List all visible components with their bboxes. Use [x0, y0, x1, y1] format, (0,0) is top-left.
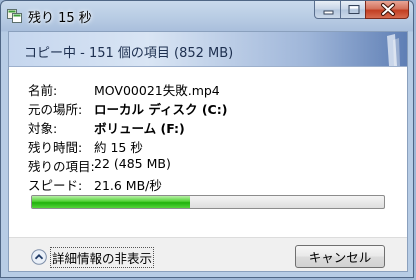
copy-progress-window: 残り 15 秒 コピー中 - 151 個の項目 (852 MB) 名前: MOV…	[0, 0, 414, 278]
window-title: 残り 15 秒	[28, 11, 92, 26]
name-label: 名前:	[28, 83, 58, 98]
items-remaining-value: 22 (485 MB)	[94, 156, 171, 171]
maximize-button[interactable]	[340, 1, 366, 19]
copy-progress-bar	[31, 195, 385, 209]
dialog-footer: 詳細情報の非表示 キャンセル	[9, 237, 407, 271]
banner-decoration	[387, 34, 400, 66]
items-remaining-label: 残りの項目:	[28, 159, 95, 174]
chevron-up-icon	[31, 249, 47, 265]
to-label: 対象:	[28, 121, 58, 136]
name-value: MOV00021失敗.mp4	[94, 83, 220, 98]
cancel-button[interactable]: キャンセル	[295, 245, 385, 268]
time-remaining-label: 残り時間:	[28, 140, 83, 155]
close-icon	[381, 3, 395, 16]
dialog-body: コピー中 - 151 個の項目 (852 MB) 名前: MOV00021失敗.…	[8, 31, 408, 272]
minimize-icon	[323, 10, 334, 15]
hide-details-toggle[interactable]: 詳細情報の非表示	[31, 246, 155, 268]
close-button[interactable]	[365, 1, 409, 19]
maximize-icon	[348, 5, 360, 14]
progress-fill	[32, 196, 191, 208]
details-panel: 名前: MOV00021失敗.mp4 元の場所: ローカル ディスク (C:) …	[9, 67, 407, 237]
title-bar[interactable]: 残り 15 秒	[1, 1, 413, 31]
speed-label: スピード:	[28, 178, 83, 193]
minimize-button[interactable]	[314, 1, 341, 19]
from-value[interactable]: ローカル ディスク (C:)	[94, 99, 227, 118]
speed-value: 21.6 MB/秒	[94, 178, 162, 193]
to-value[interactable]: ボリューム (F:)	[94, 118, 185, 137]
copy-summary-text: コピー中 - 151 個の項目 (852 MB)	[24, 46, 234, 61]
time-remaining-value: 約 15 秒	[94, 140, 143, 155]
file-copy-icon	[7, 8, 23, 23]
from-label: 元の場所:	[28, 102, 83, 117]
hide-details-label[interactable]: 詳細情報の非表示	[50, 246, 155, 268]
copy-summary-banner: コピー中 - 151 個の項目 (852 MB)	[9, 32, 407, 67]
